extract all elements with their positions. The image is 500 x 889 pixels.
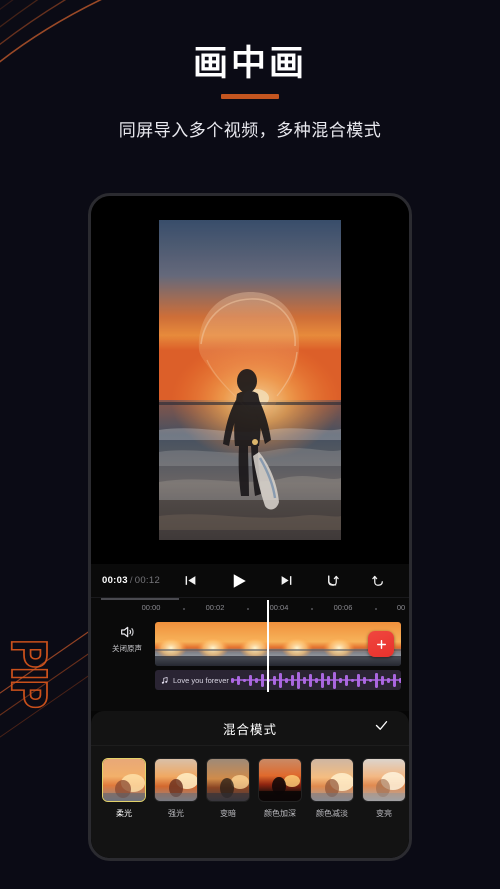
mute-original-audio-button[interactable]: 关闭原声 <box>103 624 151 654</box>
skip-next-button[interactable] <box>264 574 310 587</box>
thumb-lighten <box>363 759 405 801</box>
ruler-tick: 00:06 <box>333 603 353 612</box>
blend-mode-label: 颜色加深 <box>264 809 296 818</box>
check-icon <box>375 721 388 730</box>
mute-button-label: 关闭原声 <box>112 644 142 653</box>
blend-mode-option[interactable]: 变暗 <box>206 758 250 819</box>
blend-mode-panel: 混合模式 柔光 强光 变暗 颜色加深 颜色减淡 变亮 <box>91 711 409 858</box>
blend-mode-option[interactable]: 柔光 <box>102 758 146 819</box>
blend-mode-thumbnail <box>310 758 354 802</box>
page-title: 画中画 <box>192 44 307 84</box>
redo-button[interactable] <box>356 573 402 588</box>
blend-panel-title: 混合模式 <box>222 722 277 737</box>
time-display: 00:03/00:12 <box>102 575 160 586</box>
blend-panel-header: 混合模式 <box>91 711 409 746</box>
ruler-dot <box>247 608 249 610</box>
ruler-dot <box>375 608 377 610</box>
title-underline <box>221 93 279 99</box>
timeline[interactable]: 00:00 00:02 00:04 00:06 00 关闭原声 Love you… <box>91 598 409 711</box>
skip-next-icon <box>281 576 292 585</box>
ruler-tick: 00:00 <box>141 603 161 612</box>
undo-icon <box>328 575 339 586</box>
video-track-thumbnails <box>155 622 401 666</box>
play-button[interactable] <box>214 572 264 590</box>
skip-previous-icon <box>185 576 196 585</box>
page-header: 画中画 同屏导入多个视频，多种混合模式 <box>0 0 500 141</box>
thumb-hard-light <box>155 759 197 801</box>
blend-mode-thumbnail <box>362 758 406 802</box>
confirm-button[interactable] <box>374 718 389 738</box>
ruler-tick: 00:04 <box>269 603 289 612</box>
video-track-clip[interactable] <box>155 622 401 666</box>
preview-image <box>159 220 341 540</box>
audio-track-clip[interactable]: Love you forever <box>155 670 401 690</box>
plus-icon <box>376 639 386 649</box>
current-time: 00:03 <box>102 575 128 586</box>
blend-mode-option[interactable]: 颜色减淡 <box>310 758 354 819</box>
ruler-dot <box>183 608 185 610</box>
skip-previous-button[interactable] <box>168 574 214 587</box>
timeline-tracks[interactable]: 关闭原声 Love you forever <box>91 600 409 692</box>
blend-mode-list[interactable]: 柔光 强光 变暗 颜色加深 颜色减淡 变亮 <box>91 746 409 819</box>
play-icon <box>233 573 246 588</box>
blend-mode-thumbnail <box>154 758 198 802</box>
blend-mode-thumbnail <box>102 758 146 802</box>
pip-side-label: PIP <box>0 637 58 707</box>
time-separator: / <box>129 575 133 586</box>
ruler-tick: 00:02 <box>205 603 225 612</box>
blend-mode-option[interactable]: 变亮 <box>362 758 406 819</box>
ruler-progress-line <box>101 598 179 600</box>
audio-clip-title: Love you forever <box>173 675 229 685</box>
undo-button[interactable] <box>310 573 356 588</box>
redo-icon <box>372 575 383 586</box>
blend-mode-thumbnail <box>258 758 302 802</box>
blend-mode-thumbnail <box>206 758 250 802</box>
thumb-color-burn <box>259 759 301 801</box>
blend-mode-label: 变暗 <box>220 809 236 818</box>
speaker-icon <box>121 626 134 638</box>
thumb-soft-light <box>103 759 145 801</box>
thumb-color-dodge <box>311 759 353 801</box>
blend-mode-option[interactable]: 颜色加深 <box>258 758 302 819</box>
timeline-playhead[interactable] <box>267 600 269 692</box>
blend-mode-label: 变亮 <box>376 809 392 818</box>
page-subtitle: 同屏导入多个视频，多种混合模式 <box>118 120 382 140</box>
phone-mockup: 00:03/00:12 00:00 00:02 00:04 00:06 00 关… <box>88 193 412 861</box>
ruler-dot <box>311 608 313 610</box>
video-preview[interactable] <box>159 220 341 540</box>
blend-mode-label: 柔光 <box>116 809 132 818</box>
blend-mode-label: 颜色减淡 <box>316 809 348 818</box>
player-controls-bar: 00:03/00:12 <box>91 564 409 598</box>
video-preview-area <box>91 196 409 564</box>
add-clip-button[interactable] <box>368 631 394 657</box>
ruler-tick: 00 <box>396 603 406 612</box>
timeline-ruler[interactable]: 00:00 00:02 00:04 00:06 00 <box>91 598 409 618</box>
blend-mode-option[interactable]: 强光 <box>154 758 198 819</box>
music-note-icon <box>161 676 168 684</box>
thumb-darken <box>207 759 249 801</box>
total-time: 00:12 <box>134 575 161 586</box>
blend-mode-label: 强光 <box>168 809 184 818</box>
